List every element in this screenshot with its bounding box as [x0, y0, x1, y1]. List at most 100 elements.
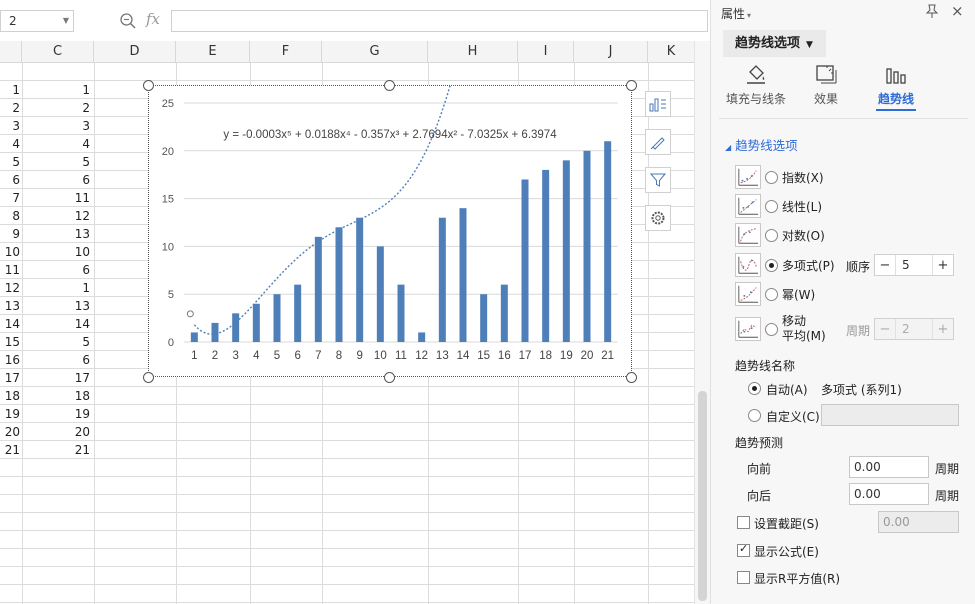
row-cell-b[interactable]: 4 [0, 135, 22, 153]
chart[interactable]: 0 5 10 15 20 25 1 2 3 4 5 6 7 8 9 10 11 12 13 14 15 16 17 18 19 2… [148, 85, 632, 377]
row-cell-c[interactable]: 21 [25, 441, 92, 459]
table-row[interactable] [0, 459, 694, 477]
column-header-i[interactable]: I [518, 41, 574, 63]
row-cell-b[interactable]: 2 [0, 99, 22, 117]
column-header-c[interactable]: C [22, 41, 94, 63]
row-cell-c[interactable]: 6 [25, 261, 92, 279]
table-row[interactable]: 21 21 [0, 441, 694, 459]
table-row[interactable] [0, 63, 694, 81]
table-row[interactable] [0, 477, 694, 495]
row-cell-c[interactable]: 20 [25, 423, 92, 441]
resize-handle-top-left[interactable] [143, 80, 154, 91]
table-row[interactable] [0, 585, 694, 603]
intercept-label[interactable]: 设置截距(S) [754, 515, 819, 532]
row-cell-b[interactable]: 11 [0, 261, 22, 279]
backward-input[interactable]: 0.00 [849, 483, 929, 505]
radio-exponential[interactable] [765, 170, 778, 184]
trend-type-linear[interactable]: 线性(L) [735, 193, 822, 219]
row-cell-c[interactable]: 6 [25, 171, 92, 189]
row-cell-b[interactable]: 12 [0, 279, 22, 297]
tab-effects[interactable]: 效果 [786, 62, 866, 107]
row-cell-b[interactable]: 19 [0, 405, 22, 423]
increment-button[interactable]: + [933, 258, 953, 273]
custom-name-label[interactable]: 自定义(C) [766, 408, 820, 425]
fx-icon[interactable]: fx [146, 10, 160, 28]
period-value[interactable]: 2 [895, 319, 933, 339]
intercept-checkbox[interactable] [737, 516, 750, 529]
row-cell-b[interactable]: 8 [0, 207, 22, 225]
tab-trendline[interactable]: 趋势线 [856, 62, 936, 111]
tab-fill-line[interactable]: 填充与线条 [716, 62, 796, 107]
column-header-e[interactable]: E [176, 41, 250, 63]
scrollbar-thumb[interactable] [698, 391, 707, 601]
trend-type-logarithmic[interactable]: 对数(O) [735, 222, 825, 248]
custom-name-input[interactable] [821, 404, 959, 426]
increment-button[interactable]: + [933, 322, 953, 337]
column-header-g[interactable]: G [322, 41, 428, 63]
trend-type-power[interactable]: 幂(W) [735, 281, 815, 307]
order-value[interactable]: 5 [895, 255, 933, 275]
row-cell-c[interactable]: 4 [25, 135, 92, 153]
period-stepper[interactable]: − 2 + [874, 318, 954, 340]
column-header-f[interactable]: F [250, 41, 322, 63]
forward-input[interactable]: 0.00 [849, 456, 929, 478]
column-header-j[interactable]: J [574, 41, 648, 63]
chart-settings-button[interactable] [645, 205, 671, 231]
row-cell-c[interactable]: 13 [25, 297, 92, 315]
row-cell-c[interactable]: 6 [25, 351, 92, 369]
row-cell-b[interactable]: 1 [0, 81, 22, 99]
row-cell-b[interactable]: 3 [0, 117, 22, 135]
zoom-icon[interactable] [119, 12, 137, 30]
table-row[interactable]: 18 18 [0, 387, 694, 405]
row-cell-b[interactable]: 20 [0, 423, 22, 441]
radio-auto-name[interactable] [748, 382, 761, 395]
table-row[interactable] [0, 531, 694, 549]
resize-handle-bottom[interactable] [384, 372, 395, 383]
resize-handle-top[interactable] [384, 80, 395, 91]
resize-handle-top-right[interactable] [626, 80, 637, 91]
row-cell-c[interactable]: 12 [25, 207, 92, 225]
pin-icon[interactable] [925, 4, 939, 18]
chart-filter-button[interactable] [645, 167, 671, 193]
name-box[interactable]: 2 ▼ [0, 10, 74, 32]
row-cell-b[interactable]: 14 [0, 315, 22, 333]
row-cell-c[interactable]: 19 [25, 405, 92, 423]
row-cell-c[interactable]: 5 [25, 333, 92, 351]
row-cell-c[interactable]: 11 [25, 189, 92, 207]
row-cell-b[interactable]: 13 [0, 297, 22, 315]
row-cell-b[interactable]: 7 [0, 189, 22, 207]
table-row[interactable]: 19 19 [0, 405, 694, 423]
decrement-button[interactable]: − [875, 322, 895, 337]
table-row[interactable] [0, 495, 694, 513]
close-icon[interactable]: × [951, 2, 964, 20]
vertical-scrollbar[interactable] [694, 41, 710, 604]
auto-name-label[interactable]: 自动(A) [766, 381, 808, 398]
row-cell-c[interactable]: 14 [25, 315, 92, 333]
resize-handle-bottom-right[interactable] [626, 372, 637, 383]
row-cell-c[interactable]: 17 [25, 369, 92, 387]
intercept-input[interactable]: 0.00 [878, 511, 959, 533]
order-stepper[interactable]: − 5 + [874, 254, 954, 276]
row-cell-b[interactable]: 5 [0, 153, 22, 171]
row-cell-b[interactable]: 15 [0, 333, 22, 351]
row-cell-c[interactable]: 13 [25, 225, 92, 243]
chart-elements-button[interactable] [645, 91, 671, 117]
table-row[interactable] [0, 513, 694, 531]
radio-linear[interactable] [765, 199, 778, 213]
row-header-corner[interactable] [0, 41, 22, 63]
row-cell-b[interactable]: 9 [0, 225, 22, 243]
show-formula-checkbox[interactable] [737, 542, 750, 557]
table-row[interactable]: 20 20 [0, 423, 694, 441]
show-r2-label[interactable]: 显示R平方值(R) [754, 570, 840, 587]
column-header-d[interactable]: D [94, 41, 176, 63]
table-row[interactable] [0, 549, 694, 567]
table-row[interactable] [0, 567, 694, 585]
show-r2-checkbox[interactable] [737, 571, 750, 584]
row-cell-b[interactable]: 18 [0, 387, 22, 405]
row-cell-c[interactable]: 3 [25, 117, 92, 135]
row-cell-b[interactable]: 10 [0, 243, 22, 261]
column-header-h[interactable]: H [428, 41, 518, 63]
row-cell-b[interactable]: 17 [0, 369, 22, 387]
section-header-trendline-options[interactable]: ◢ 趋势线选项 [725, 135, 798, 154]
radio-logarithmic[interactable] [765, 228, 778, 242]
